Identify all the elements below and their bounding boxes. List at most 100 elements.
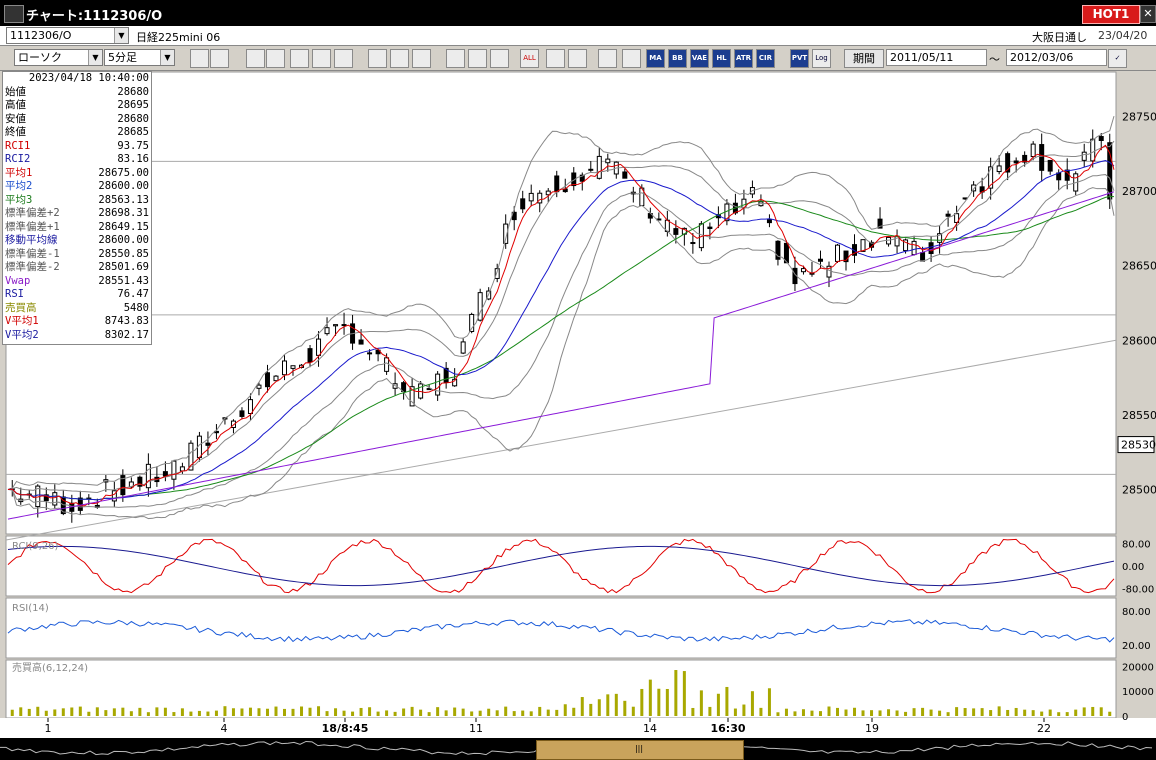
volume-bar bbox=[180, 708, 184, 716]
volume-bar bbox=[419, 709, 423, 716]
candle-body bbox=[52, 492, 58, 506]
volume-bar bbox=[61, 708, 65, 716]
info-row: V平均2 8302.17 bbox=[3, 329, 151, 343]
chevron-down-icon[interactable]: ▼ bbox=[88, 50, 102, 65]
toolbar-ma-button[interactable]: MA bbox=[646, 49, 665, 68]
volume-bar bbox=[955, 707, 959, 716]
volume-bar bbox=[555, 709, 559, 716]
volume-bar bbox=[104, 710, 108, 716]
volume-bar bbox=[342, 710, 346, 716]
candle-body bbox=[596, 155, 602, 179]
info-row: 2023/04/18 10:40:00 bbox=[3, 72, 151, 86]
volume-bar bbox=[240, 708, 244, 716]
toolbar-scale-button[interactable] bbox=[290, 49, 309, 68]
info-value: 28698.31 bbox=[98, 207, 149, 219]
window-title: チャート:1112306/O bbox=[26, 9, 163, 24]
volume-bar bbox=[1082, 707, 1086, 716]
price-tick: 28550 bbox=[1122, 409, 1156, 422]
toolbar-log-button[interactable]: Log bbox=[812, 49, 831, 68]
volume-bar bbox=[44, 710, 48, 716]
info-value: 28600.00 bbox=[98, 234, 149, 246]
chart-window: チャート:1112306/O HOT1 ✕ 1112306/O ▼ 日経225m… bbox=[0, 0, 1156, 760]
volume-bar bbox=[597, 699, 601, 716]
volume-bar bbox=[997, 706, 1001, 716]
toolbar-cfg-button[interactable] bbox=[546, 49, 565, 68]
info-row: 標準偏差+2 28698.31 bbox=[3, 207, 151, 221]
chevron-down-icon[interactable]: ▼ bbox=[160, 50, 174, 65]
toolbar-all-button[interactable]: ALL bbox=[520, 49, 539, 68]
volume-bar bbox=[317, 706, 321, 716]
volume-bar bbox=[538, 706, 542, 716]
volume-bar bbox=[989, 710, 993, 716]
volume-bar bbox=[691, 707, 695, 716]
volume-bar bbox=[810, 710, 814, 716]
toolbar-eraser-button[interactable] bbox=[446, 49, 465, 68]
volume-bar bbox=[580, 697, 584, 716]
x-tick-label: 14 bbox=[643, 722, 657, 735]
toolbar-color-button[interactable] bbox=[598, 49, 617, 68]
info-row: 高値 28695 bbox=[3, 99, 151, 113]
toolbar-bb-button[interactable]: BB bbox=[668, 49, 687, 68]
hot-button[interactable]: HOT1 bbox=[1082, 5, 1140, 24]
toolbar-tool-button[interactable] bbox=[568, 49, 587, 68]
toolbar-table-button[interactable] bbox=[622, 49, 641, 68]
volume-bar bbox=[138, 707, 142, 716]
volume-bar bbox=[870, 710, 874, 716]
session-label: 大阪日通し bbox=[1032, 31, 1087, 44]
volume-bar bbox=[708, 706, 712, 716]
info-row: 安値 28680 bbox=[3, 113, 151, 127]
toolbar-shift-button[interactable] bbox=[266, 49, 285, 68]
candle-body bbox=[367, 352, 373, 355]
volume-bar bbox=[725, 686, 729, 716]
volume-bar bbox=[818, 711, 822, 716]
to-date-input[interactable]: 2012/03/06 bbox=[1006, 49, 1107, 66]
candle-body bbox=[273, 375, 279, 382]
info-row: RSI 76.47 bbox=[3, 288, 151, 302]
info-row: 平均2 28600.00 bbox=[3, 180, 151, 194]
toolbar-arrange-button[interactable] bbox=[312, 49, 331, 68]
volume-bar bbox=[1074, 709, 1078, 716]
volume-bar bbox=[767, 688, 771, 716]
toolbar-zoom-button[interactable] bbox=[190, 49, 209, 68]
x-tick-label: 19 bbox=[865, 722, 879, 735]
toolbar-pvt-button[interactable]: PVT bbox=[790, 49, 809, 68]
volume-bar bbox=[946, 712, 950, 716]
toolbar-cursor-button[interactable] bbox=[210, 49, 229, 68]
volume-bar bbox=[436, 707, 440, 716]
symbol-select[interactable]: 1112306/O ▼ bbox=[6, 27, 129, 44]
from-date-input[interactable]: 2011/05/11 bbox=[886, 49, 987, 66]
info-row: 終値 28685 bbox=[3, 126, 151, 140]
checkbox-icon[interactable]: ✓ bbox=[1108, 49, 1127, 68]
rci-label: RCI(9,26) bbox=[12, 541, 59, 552]
info-row: V平均1 8743.83 bbox=[3, 315, 151, 329]
candle-body bbox=[358, 339, 364, 345]
toolbar-pointer-button[interactable] bbox=[412, 49, 431, 68]
toolbar-pen-button[interactable] bbox=[390, 49, 409, 68]
volume-bar bbox=[10, 709, 14, 716]
chart-canvas[interactable]: 28750 28700 28650 28600 28550 28500 28530 RCI(9… bbox=[0, 70, 1156, 738]
price-tick: 28650 bbox=[1122, 260, 1156, 273]
toolbar-bar2-button[interactable] bbox=[490, 49, 509, 68]
volume-bar bbox=[921, 707, 925, 716]
toolbar-bar1-button[interactable] bbox=[468, 49, 487, 68]
toolbar-vae-button[interactable]: VAE bbox=[690, 49, 709, 68]
toolbar-atr-button[interactable]: ATR bbox=[734, 49, 753, 68]
interval-select[interactable]: 5分足 ▼ bbox=[104, 49, 175, 66]
app-icon bbox=[4, 5, 24, 23]
volume-bar bbox=[410, 706, 414, 716]
volume-bar bbox=[589, 703, 593, 716]
volume-bar bbox=[793, 711, 797, 716]
chevron-down-icon[interactable]: ▼ bbox=[114, 28, 128, 43]
toolbar-hl-button[interactable]: HL bbox=[712, 49, 731, 68]
volume-bar bbox=[836, 707, 839, 716]
chart-type-select[interactable]: ローソク ▼ bbox=[14, 49, 103, 66]
volume-bar bbox=[265, 708, 269, 716]
toolbar-gray-button[interactable] bbox=[368, 49, 387, 68]
toolbar-cir-button[interactable]: CIR bbox=[756, 49, 775, 68]
close-button[interactable]: ✕ bbox=[1140, 5, 1156, 23]
volume-bar bbox=[291, 708, 295, 716]
toolbar-sel-button[interactable] bbox=[246, 49, 265, 68]
volume-bar bbox=[453, 707, 457, 716]
toolbar-x-button[interactable] bbox=[334, 49, 353, 68]
period-button[interactable]: 期間 bbox=[844, 49, 884, 68]
